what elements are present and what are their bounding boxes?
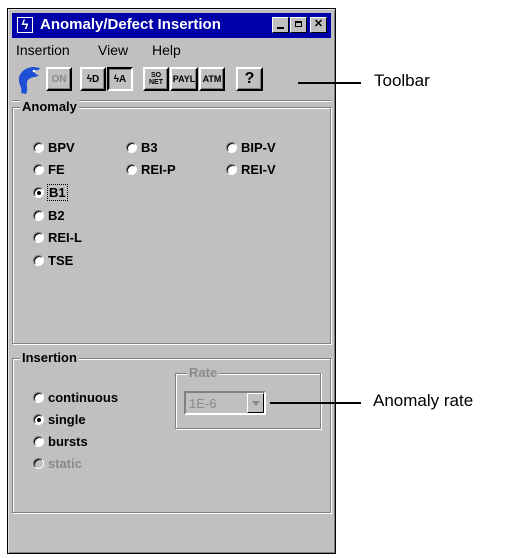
rate-label: Rate bbox=[187, 365, 220, 380]
radio-dot-selected bbox=[33, 414, 44, 425]
toolbar-atm-button[interactable]: ATM bbox=[199, 67, 225, 91]
radio-label: BIP-V bbox=[241, 140, 276, 155]
lightning-icon[interactable]: ϟ bbox=[17, 17, 33, 33]
toolbar-payl-button[interactable]: PAYL bbox=[170, 67, 198, 91]
radio-b1[interactable]: B1 bbox=[33, 184, 68, 201]
radio-b2[interactable]: B2 bbox=[33, 208, 65, 223]
close-button[interactable]: ✕ bbox=[310, 17, 327, 33]
radio-label: bursts bbox=[48, 434, 88, 449]
toolbar-sonet-button[interactable]: SO NET bbox=[143, 67, 169, 91]
radio-dot bbox=[226, 142, 237, 153]
radio-continuous[interactable]: continuous bbox=[33, 390, 118, 405]
radio-dot bbox=[33, 458, 44, 469]
radio-tse[interactable]: TSE bbox=[33, 253, 73, 268]
radio-dot bbox=[33, 210, 44, 221]
radio-dot bbox=[126, 164, 137, 175]
radio-rei-v[interactable]: REI-V bbox=[226, 162, 276, 177]
radio-b3[interactable]: B3 bbox=[126, 140, 158, 155]
radio-dot bbox=[33, 392, 44, 403]
close-icon: ✕ bbox=[313, 18, 324, 30]
chevron-down-icon[interactable] bbox=[247, 393, 264, 413]
anomaly-group-label: Anomaly bbox=[20, 99, 79, 114]
window-title: Anomaly/Defect Insertion bbox=[40, 16, 221, 33]
minimize-icon bbox=[277, 27, 284, 29]
maximize-button[interactable] bbox=[290, 17, 307, 33]
menu-view[interactable]: View bbox=[98, 42, 128, 58]
radio-dot bbox=[33, 232, 44, 243]
rate-callout-line bbox=[270, 402, 361, 404]
radio-label: B1 bbox=[47, 184, 68, 201]
radio-label: BPV bbox=[48, 140, 75, 155]
toolbar-callout-line bbox=[298, 82, 361, 84]
radio-static: static bbox=[33, 456, 82, 471]
menu-help[interactable]: Help bbox=[152, 42, 181, 58]
radio-label: static bbox=[48, 456, 82, 471]
anomaly-group: Anomaly BPV B3 BIP-V FE REI-P REI-V B1 B… bbox=[12, 99, 331, 344]
help-icon: ? bbox=[244, 70, 255, 87]
minimize-button[interactable] bbox=[272, 17, 289, 33]
radio-bpv[interactable]: BPV bbox=[33, 140, 75, 155]
radio-label: FE bbox=[48, 162, 65, 177]
radio-single[interactable]: single bbox=[33, 412, 86, 427]
radio-rei-p[interactable]: REI-P bbox=[126, 162, 176, 177]
radio-label: REI-P bbox=[141, 162, 176, 177]
toolbar-defect-button[interactable]: ϟD bbox=[80, 67, 106, 91]
radio-fe[interactable]: FE bbox=[33, 162, 65, 177]
menu-insertion[interactable]: Insertion bbox=[16, 42, 70, 58]
radio-dot bbox=[33, 255, 44, 266]
anomaly-defect-window: ϟ Anomaly/Defect Insertion ✕ Insertion V… bbox=[7, 8, 336, 554]
rate-value: 1E-6 bbox=[189, 396, 217, 411]
rate-callout: Anomaly rate bbox=[373, 391, 474, 410]
radio-dot bbox=[226, 164, 237, 175]
radio-label: REI-L bbox=[48, 230, 82, 245]
radio-dot bbox=[33, 142, 44, 153]
insertion-group-label: Insertion bbox=[20, 350, 79, 365]
rate-group: Rate 1E-6 bbox=[175, 365, 321, 429]
radio-rei-l[interactable]: REI-L bbox=[33, 230, 82, 245]
rate-dropdown[interactable]: 1E-6 bbox=[184, 391, 266, 415]
radio-bursts[interactable]: bursts bbox=[33, 434, 88, 449]
radio-label: REI-V bbox=[241, 162, 276, 177]
radio-dot bbox=[33, 436, 44, 447]
radio-dot bbox=[126, 142, 137, 153]
radio-label: TSE bbox=[48, 253, 74, 268]
dragon-logo-icon bbox=[18, 67, 40, 94]
radio-label: B3 bbox=[141, 140, 158, 155]
radio-bip-v[interactable]: BIP-V bbox=[226, 140, 276, 155]
title-bar[interactable]: ϟ Anomaly/Defect Insertion ✕ bbox=[12, 13, 331, 38]
maximize-icon bbox=[295, 21, 302, 27]
radio-dot-selected bbox=[33, 187, 44, 198]
radio-label: B2 bbox=[48, 208, 65, 223]
radio-label: single bbox=[48, 412, 86, 427]
menu-bar: Insertion View Help bbox=[12, 40, 331, 60]
toolbar-on-button[interactable]: ON bbox=[46, 67, 72, 91]
toolbar-callout: Toolbar bbox=[374, 71, 430, 90]
help-button[interactable]: ? bbox=[236, 67, 263, 91]
radio-label: continuous bbox=[48, 390, 119, 405]
toolbar-anomaly-button[interactable]: ϟA bbox=[107, 67, 133, 91]
radio-dot bbox=[33, 164, 44, 175]
toolbar: ON ϟD ϟA SO NET PAYL ATM ? bbox=[12, 62, 331, 98]
